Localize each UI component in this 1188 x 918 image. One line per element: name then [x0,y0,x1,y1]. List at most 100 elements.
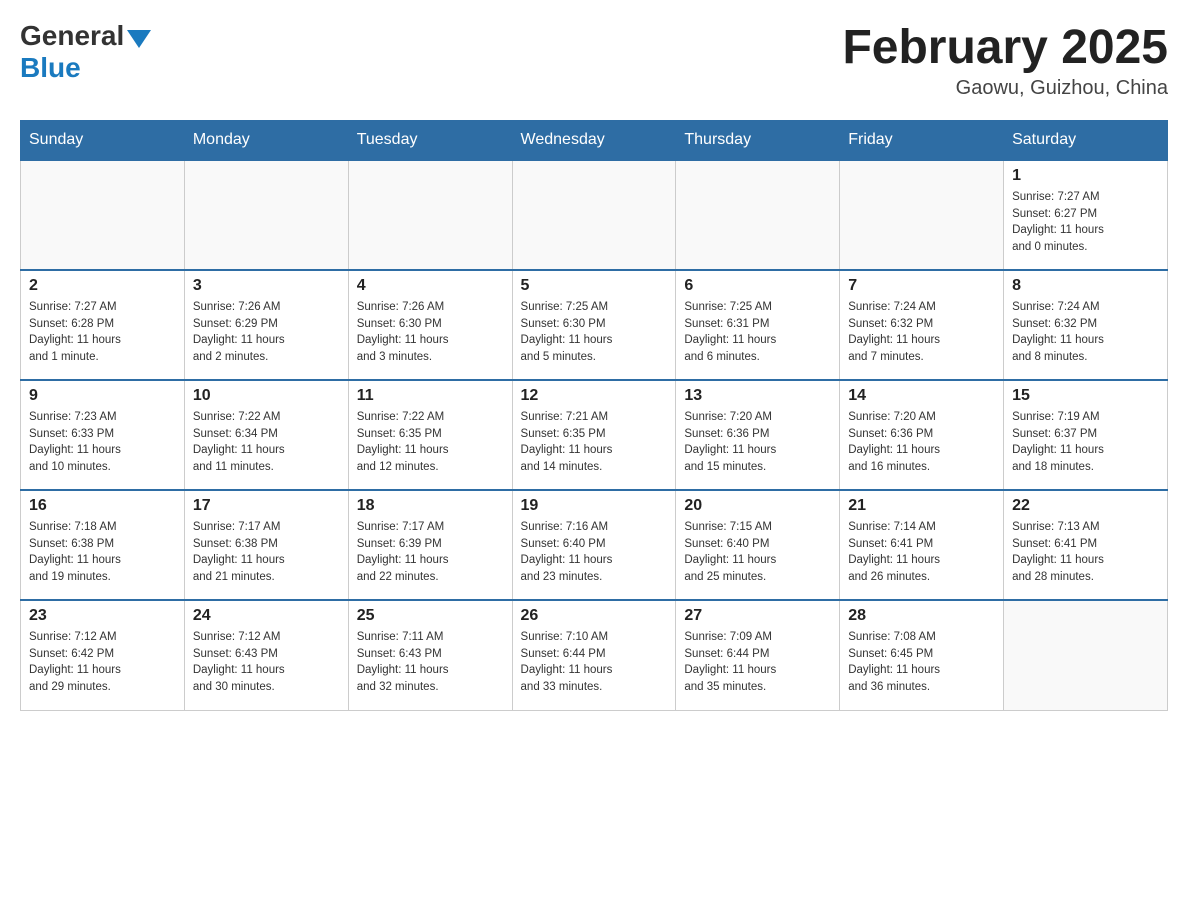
calendar-week-row: 23 Sunrise: 7:12 AMSunset: 6:42 PMDayligh… [21,600,1168,710]
calendar-day-cell: 16Sunrise: 7:18 AMSunset: 6:38 PMDayligh… [21,490,185,600]
calendar-day-cell: 18Sunrise: 7:17 AMSunset: 6:39 PMDayligh… [348,490,512,600]
day-info: Sunrise: 7:27 AMSunset: 6:28 PMDaylight:… [29,299,176,366]
calendar-day-cell [184,160,348,270]
logo-blue: Blue [20,52,81,83]
day-number: 23 [29,607,176,625]
day-number: 9 [29,387,176,405]
day-info: Sunrise: 7:19 AMSunset: 6:37 PMDaylight:… [1012,409,1159,476]
calendar-day-cell: 24 Sunrise: 7:12 AMSunset: 6:43 PMDayligh… [184,600,348,710]
day-info: Sunrise: 7:24 AMSunset: 6:32 PMDaylight:… [1012,299,1159,366]
calendar-day-cell [348,160,512,270]
calendar-day-cell: 19Sunrise: 7:16 AMSunset: 6:40 PMDayligh… [512,490,676,600]
day-of-week-header: Tuesday [348,121,512,161]
calendar-day-cell [840,160,1004,270]
day-number: 1 [1012,167,1159,185]
month-title: February 2025 [842,20,1168,75]
calendar-day-cell [1004,600,1168,710]
logo-text-block: General Blue [20,20,151,84]
calendar-day-cell: 4 Sunrise: 7:26 AMSunset: 6:30 PMDaylight… [348,270,512,380]
day-info: Sunrise: 7:08 AMSunset: 6:45 PMDaylight:… [848,629,995,696]
day-info: Sunrise: 7:24 AMSunset: 6:32 PMDaylight:… [848,299,995,366]
title-block: February 2025 Gaowu, Guizhou, China [842,20,1168,100]
day-info: Sunrise: 7:27 AMSunset: 6:27 PMDaylight:… [1012,189,1159,256]
day-number: 10 [193,387,340,405]
calendar-week-row: 16Sunrise: 7:18 AMSunset: 6:38 PMDayligh… [21,490,1168,600]
day-number: 6 [684,277,831,295]
calendar-day-cell: 8 Sunrise: 7:24 AMSunset: 6:32 PMDaylight… [1004,270,1168,380]
location-title: Gaowu, Guizhou, China [842,77,1168,100]
day-number: 2 [29,277,176,295]
calendar-header-row: SundayMondayTuesdayWednesdayThursdayFrid… [21,121,1168,161]
day-number: 15 [1012,387,1159,405]
calendar-day-cell [21,160,185,270]
calendar-day-cell: 12 Sunrise: 7:21 AMSunset: 6:35 PMDayligh… [512,380,676,490]
calendar-day-cell: 2 Sunrise: 7:27 AMSunset: 6:28 PMDaylight… [21,270,185,380]
day-number: 18 [357,497,504,515]
day-number: 26 [521,607,668,625]
calendar-day-cell: 23 Sunrise: 7:12 AMSunset: 6:42 PMDayligh… [21,600,185,710]
calendar-day-cell: 15 Sunrise: 7:19 AMSunset: 6:37 PMDayligh… [1004,380,1168,490]
calendar-day-cell [676,160,840,270]
day-info: Sunrise: 7:12 AMSunset: 6:43 PMDaylight:… [193,629,340,696]
calendar-week-row: 9 Sunrise: 7:23 AMSunset: 6:33 PMDaylight… [21,380,1168,490]
day-info: Sunrise: 7:09 AMSunset: 6:44 PMDaylight:… [684,629,831,696]
day-info: Sunrise: 7:18 AMSunset: 6:38 PMDaylight:… [29,519,176,586]
day-number: 19 [521,497,668,515]
day-info: Sunrise: 7:20 AMSunset: 6:36 PMDaylight:… [684,409,831,476]
calendar-day-cell: 21 Sunrise: 7:14 AMSunset: 6:41 PMDayligh… [840,490,1004,600]
calendar-day-cell: 25Sunrise: 7:11 AMSunset: 6:43 PMDayligh… [348,600,512,710]
day-number: 28 [848,607,995,625]
day-number: 21 [848,497,995,515]
page-header: General Blue February 2025 Gaowu, Guizho… [20,20,1168,100]
day-info: Sunrise: 7:25 AMSunset: 6:30 PMDaylight:… [521,299,668,366]
calendar-table: SundayMondayTuesdayWednesdayThursdayFrid… [20,120,1168,711]
day-number: 4 [357,277,504,295]
calendar-day-cell: 27 Sunrise: 7:09 AMSunset: 6:44 PMDayligh… [676,600,840,710]
logo-general: General [20,20,124,52]
day-number: 12 [521,387,668,405]
logo-triangle-icon [127,30,151,48]
day-number: 24 [193,607,340,625]
day-info: Sunrise: 7:22 AMSunset: 6:34 PMDaylight:… [193,409,340,476]
day-number: 3 [193,277,340,295]
calendar-day-cell: 3 Sunrise: 7:26 AMSunset: 6:29 PMDaylight… [184,270,348,380]
day-of-week-header: Wednesday [512,121,676,161]
calendar-day-cell: 6Sunrise: 7:25 AMSunset: 6:31 PMDaylight… [676,270,840,380]
day-of-week-header: Friday [840,121,1004,161]
day-number: 27 [684,607,831,625]
day-info: Sunrise: 7:26 AMSunset: 6:30 PMDaylight:… [357,299,504,366]
day-number: 7 [848,277,995,295]
calendar-day-cell: 1 Sunrise: 7:27 AMSunset: 6:27 PMDaylight… [1004,160,1168,270]
day-info: Sunrise: 7:14 AMSunset: 6:41 PMDaylight:… [848,519,995,586]
calendar-day-cell: 10 Sunrise: 7:22 AMSunset: 6:34 PMDayligh… [184,380,348,490]
calendar-day-cell: 26 Sunrise: 7:10 AMSunset: 6:44 PMDayligh… [512,600,676,710]
logo-line2: Blue [20,52,151,84]
day-info: Sunrise: 7:11 AMSunset: 6:43 PMDaylight:… [357,629,504,696]
day-info: Sunrise: 7:26 AMSunset: 6:29 PMDaylight:… [193,299,340,366]
calendar-day-cell: 13 Sunrise: 7:20 AMSunset: 6:36 PMDayligh… [676,380,840,490]
day-info: Sunrise: 7:10 AMSunset: 6:44 PMDaylight:… [521,629,668,696]
calendar-day-cell [512,160,676,270]
calendar-day-cell: 28 Sunrise: 7:08 AMSunset: 6:45 PMDayligh… [840,600,1004,710]
day-info: Sunrise: 7:20 AMSunset: 6:36 PMDaylight:… [848,409,995,476]
day-info: Sunrise: 7:13 AMSunset: 6:41 PMDaylight:… [1012,519,1159,586]
day-number: 14 [848,387,995,405]
calendar-day-cell: 9 Sunrise: 7:23 AMSunset: 6:33 PMDaylight… [21,380,185,490]
calendar-day-cell: 14 Sunrise: 7:20 AMSunset: 6:36 PMDayligh… [840,380,1004,490]
day-number: 5 [521,277,668,295]
day-info: Sunrise: 7:15 AMSunset: 6:40 PMDaylight:… [684,519,831,586]
logo-line1: General [20,20,151,52]
day-number: 8 [1012,277,1159,295]
calendar-day-cell: 7 Sunrise: 7:24 AMSunset: 6:32 PMDaylight… [840,270,1004,380]
day-info: Sunrise: 7:21 AMSunset: 6:35 PMDaylight:… [521,409,668,476]
day-number: 17 [193,497,340,515]
calendar-day-cell: 5 Sunrise: 7:25 AMSunset: 6:30 PMDaylight… [512,270,676,380]
day-info: Sunrise: 7:23 AMSunset: 6:33 PMDaylight:… [29,409,176,476]
calendar-week-row: 2 Sunrise: 7:27 AMSunset: 6:28 PMDaylight… [21,270,1168,380]
day-info: Sunrise: 7:12 AMSunset: 6:42 PMDaylight:… [29,629,176,696]
calendar-day-cell: 17Sunrise: 7:17 AMSunset: 6:38 PMDayligh… [184,490,348,600]
day-number: 13 [684,387,831,405]
day-number: 20 [684,497,831,515]
day-info: Sunrise: 7:22 AMSunset: 6:35 PMDaylight:… [357,409,504,476]
calendar-day-cell: 11Sunrise: 7:22 AMSunset: 6:35 PMDayligh… [348,380,512,490]
